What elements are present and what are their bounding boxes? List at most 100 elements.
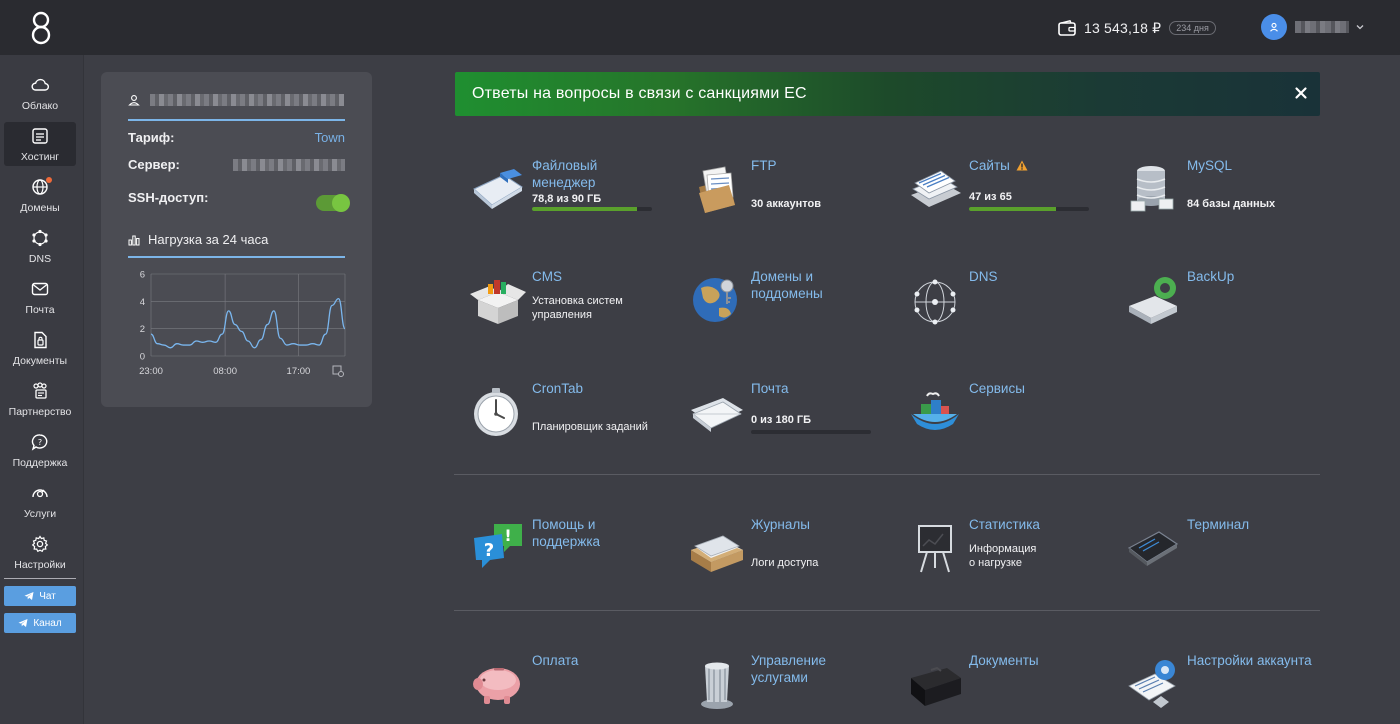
piggy-bank-icon <box>473 668 520 704</box>
tile-payment[interactable]: Оплата <box>456 652 666 724</box>
user-menu[interactable] <box>1261 14 1365 40</box>
mail-envelopes-icon <box>691 398 743 432</box>
tariff-row: Тариф: Town <box>128 130 345 145</box>
chevron-down-icon[interactable] <box>1355 22 1365 32</box>
logs-box-icon <box>691 535 743 572</box>
logo-icon[interactable] <box>28 10 54 46</box>
sidebar: Облако Хостинг Домены DNS Почта Документ… <box>0 55 84 724</box>
warning-icon <box>1016 160 1028 171</box>
sidebar-item-cloud[interactable]: Облако <box>4 71 76 115</box>
tile-logs[interactable]: Журналы Логи доступа <box>675 516 885 606</box>
telegram-icon <box>18 619 28 627</box>
sites-usage-fill <box>969 207 1056 211</box>
mail-icon <box>31 282 49 296</box>
tile-account-settings[interactable]: Настройки аккаунта <box>1111 652 1321 724</box>
days-left-badge: 234 дня <box>1169 21 1216 35</box>
ssh-row: SSH-доступ: <box>128 183 350 212</box>
cms-icon <box>470 280 526 324</box>
account-name-redacted <box>150 94 344 106</box>
user-icon <box>128 95 140 106</box>
close-icon[interactable] <box>1293 85 1309 101</box>
chart-y-tick-label: 0 <box>140 352 145 363</box>
sidebar-item-partnership[interactable]: Партнерство <box>4 377 76 421</box>
server-row: Сервер: <box>128 157 345 172</box>
tile-domains[interactable]: Домены и поддомены <box>675 268 885 358</box>
chart-x-tick-label: 17:00 <box>287 366 311 377</box>
ftp-icon <box>699 166 735 213</box>
gear-icon <box>31 535 49 553</box>
sidebar-item-dns[interactable]: DNS <box>4 224 76 268</box>
sidebar-item-settings[interactable]: Настройки <box>4 530 76 574</box>
sidebar-item-services[interactable]: Услуги <box>4 479 76 523</box>
sidebar-divider <box>4 578 76 579</box>
tile-sites[interactable]: Сайты 47 из 65 <box>893 157 1103 247</box>
file-manager-icon <box>473 169 523 209</box>
user-icon <box>1270 22 1278 32</box>
chart-y-tick-label: 2 <box>140 324 145 335</box>
help-chat-icon: ! ? <box>474 524 522 568</box>
tile-backup[interactable]: BackUp <box>1111 268 1321 358</box>
briefcase-icon <box>911 666 961 706</box>
sidebar-item-domains[interactable]: Домены <box>4 173 76 217</box>
tile-dns[interactable]: DNS <box>893 268 1103 358</box>
tile-cms[interactable]: CMS Установка систем управления <box>456 268 666 358</box>
sites-icon <box>911 170 961 207</box>
sidebar-item-mail[interactable]: Почта <box>4 275 76 319</box>
banner-text: Ответы на вопросы в связи с санкциями ЕС <box>472 85 807 102</box>
partnership-icon <box>33 382 47 399</box>
chart-y-tick-label: 4 <box>140 297 145 308</box>
documents-icon <box>34 331 47 349</box>
tile-terminal[interactable]: Терминал <box>1111 516 1321 606</box>
tile-mail[interactable]: Почта 0 из 180 ГБ <box>675 380 885 470</box>
chart-x-tick-label: 23:00 <box>139 366 163 377</box>
svg-text:!: ! <box>504 526 511 545</box>
services-management-icon <box>701 662 733 709</box>
tile-help[interactable]: ! ? Помощь и поддержка <box>456 516 666 606</box>
panel-divider <box>128 119 345 121</box>
tile-ftp[interactable]: FTP 30 аккаунтов <box>675 157 885 247</box>
tile-mysql[interactable]: MySQL 84 базы данных <box>1111 157 1321 247</box>
file-manager-usage-fill <box>532 207 638 211</box>
tariff-value[interactable]: Town <box>315 130 345 145</box>
terminal-icon <box>1127 531 1179 566</box>
panel-divider <box>128 256 345 258</box>
chat-button[interactable]: Чат <box>4 586 76 606</box>
sidebar-item-support[interactable]: ? Поддержка <box>4 428 76 472</box>
tile-file-manager[interactable]: Файловый менеджер 78,8 из 90 ГБ <box>456 157 666 247</box>
statistics-board-icon <box>918 525 952 573</box>
chart-settings-icon <box>332 365 344 377</box>
ship-icon <box>911 392 959 430</box>
section-divider <box>454 474 1320 475</box>
account-info-panel: Тариф: Town Сервер: SSH-доступ: Нагрузка… <box>101 72 372 407</box>
mysql-icon <box>1130 166 1174 212</box>
sanctions-banner[interactable]: Ответы на вопросы в связи с санкциями ЕС <box>455 72 1320 116</box>
balance-widget[interactable]: 13 543,18 ₽ 234 дня <box>1058 16 1216 40</box>
backup-icon <box>1129 277 1177 324</box>
channel-button[interactable]: Канал <box>4 613 76 633</box>
chart-series-line <box>150 297 346 349</box>
notification-dot <box>46 177 52 183</box>
tile-services-management[interactable]: Управление услугами <box>675 652 885 724</box>
wallet-icon <box>1058 20 1076 36</box>
hosting-icon <box>32 128 48 144</box>
clock-icon <box>474 388 518 436</box>
domains-globe-icon <box>693 278 737 322</box>
dns-icon <box>32 229 48 247</box>
svg-text:?: ? <box>38 438 42 447</box>
tile-documents[interactable]: Документы <box>893 652 1103 724</box>
load-chart: 0 2 4 6 23:00 08:00 17:00 <box>139 270 346 377</box>
sidebar-item-documents[interactable]: Документы <box>4 326 76 370</box>
avatar[interactable] <box>1261 14 1287 40</box>
tile-statistics[interactable]: Статистика Информация о нагрузке <box>893 516 1103 606</box>
top-bar: 13 543,18 ₽ 234 дня <box>0 0 1400 55</box>
load-chart-title: Нагрузка за 24 часа <box>128 232 268 247</box>
svg-text:?: ? <box>484 540 494 561</box>
mail-usage-bar <box>751 430 871 434</box>
tile-services[interactable]: Сервисы <box>893 380 1103 470</box>
ssh-toggle[interactable] <box>316 194 350 212</box>
sites-usage-bar <box>969 207 1089 211</box>
sidebar-item-hosting[interactable]: Хостинг <box>4 122 76 166</box>
telegram-icon <box>24 592 34 600</box>
tile-crontab[interactable]: CronTab Планировщик заданий <box>456 380 666 470</box>
section-divider <box>454 610 1320 611</box>
